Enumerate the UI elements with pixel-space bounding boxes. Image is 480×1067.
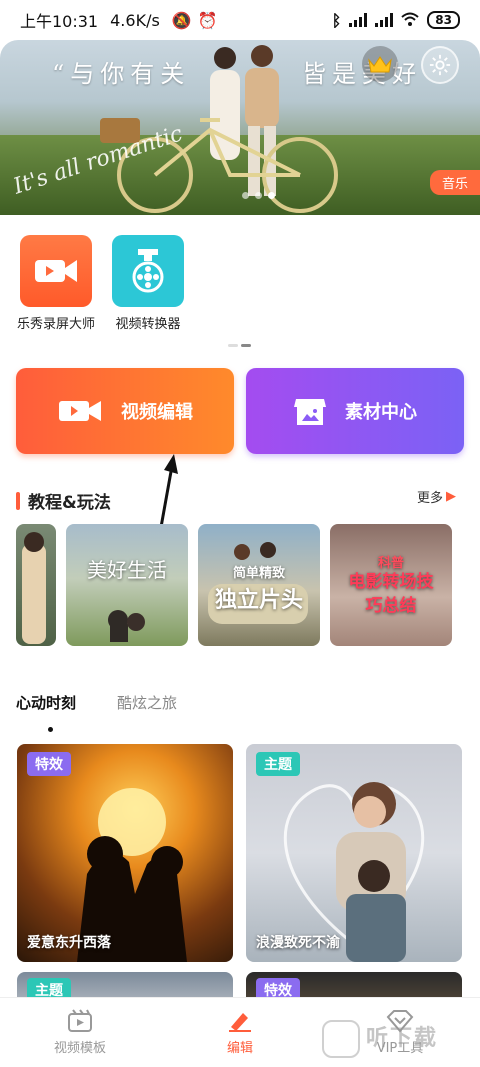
video-converter-icon <box>112 235 184 307</box>
tutorial-thumbnail <box>108 610 145 642</box>
video-camera-icon <box>59 401 101 421</box>
status-time: 上午10:31 <box>20 12 99 31</box>
template-caption: 浪漫致死不渝 <box>256 935 340 951</box>
store-icon <box>294 399 326 425</box>
vip-crown-button[interactable] <box>362 46 398 82</box>
template-card[interactable]: 特效 爱意东升西落 <box>17 744 233 962</box>
play-arrow-icon: ▶ <box>446 489 457 504</box>
nav-video-templates[interactable]: 视频模板 <box>0 998 160 1067</box>
signal-icon-1 <box>349 13 368 27</box>
tab-cool-journey[interactable]: 酷炫之旅 <box>117 692 177 713</box>
pager-dot-active <box>268 192 275 199</box>
theme-badge: 主题 <box>256 752 300 776</box>
banner-pager-dots <box>242 192 275 199</box>
nav-edit[interactable]: 编辑 <box>160 998 320 1067</box>
app-video-converter[interactable]: 视频转换器 <box>104 235 192 332</box>
status-speed: 4.6K/s <box>110 10 160 30</box>
template-caption: 爱意东升西落 <box>27 935 111 951</box>
watermark-text: 听下载 <box>366 1026 439 1051</box>
screen-recorder-icon <box>20 235 92 307</box>
app-shortcuts: 乐秀录屏大师 视频转换器 <box>0 215 480 355</box>
apps-pager <box>228 344 251 347</box>
tutorial-card[interactable]: 简单精致 独立片头 <box>198 524 320 646</box>
banner-quote-left: “与你有关 <box>52 60 191 88</box>
more-link[interactable]: 更多 ▶ <box>417 487 456 506</box>
app-label: 乐秀录屏大师 <box>16 317 95 332</box>
bluetooth-icon: ᛒ <box>331 10 342 30</box>
pager-dot <box>242 192 249 199</box>
tutorial-thumbnail <box>22 532 46 644</box>
tutorial-card[interactable] <box>16 524 56 646</box>
pager-dot <box>255 192 262 199</box>
tutorials-section-title: 教程&玩法 <box>16 488 111 513</box>
tutorial-title: 美好生活 <box>87 558 167 582</box>
bicycle-image <box>100 118 338 213</box>
tab-heart-moments[interactable]: 心动时刻 <box>16 692 76 713</box>
template-thumbnail <box>283 782 425 962</box>
tutorial-card[interactable]: 美好生活 <box>66 524 188 646</box>
template-thumbnail <box>77 788 187 962</box>
gear-icon <box>429 54 451 76</box>
status-bar: 上午10:31 4.6K/s 🔕 ⏰ ᛒ 83 <box>0 0 480 40</box>
banner[interactable]: “与你有关 皆是美好 It's all romantic 音乐 <box>0 40 480 215</box>
tutorials-title: 教程&玩法 <box>28 493 111 513</box>
tutorial-subtitle: 简单精致 <box>232 566 285 581</box>
active-tab-indicator <box>48 727 53 732</box>
nav-label: 视频模板 <box>53 1041 106 1056</box>
video-edit-button[interactable]: 视频编辑 <box>16 368 234 454</box>
mute-icon: 🔕 <box>171 10 192 30</box>
crown-icon <box>368 56 392 73</box>
film-icon <box>68 1009 92 1032</box>
alarm-icon: ⏰ <box>197 10 218 30</box>
video-edit-label: 视频编辑 <box>121 402 193 423</box>
material-center-label: 素材中心 <box>345 402 417 423</box>
pencil-icon <box>229 1013 251 1032</box>
banner-music-tag[interactable]: 音乐 <box>429 170 480 195</box>
battery-icon: 83 <box>427 11 460 29</box>
effect-badge: 特效 <box>27 752 71 776</box>
wifi-icon <box>401 11 419 30</box>
app-screen-recorder[interactable]: 乐秀录屏大师 <box>12 235 100 332</box>
watermark-logo <box>322 1020 360 1058</box>
tutorial-subtitle: 科普 <box>377 556 404 571</box>
tutorial-title: 电影转场技巧总结 <box>348 572 434 616</box>
material-center-button[interactable]: 素材中心 <box>246 368 464 454</box>
tutorial-card[interactable]: 科普 电影转场技巧总结 <box>330 524 452 646</box>
signal-icon-2 <box>375 13 394 27</box>
tutorial-title: 独立片头 <box>214 588 303 613</box>
more-label: 更多 <box>417 491 444 506</box>
section-accent-bar <box>16 491 20 510</box>
template-card[interactable]: 主题 浪漫致死不渝 <box>246 744 462 962</box>
nav-label: 编辑 <box>226 1041 253 1056</box>
settings-button[interactable] <box>421 46 459 84</box>
app-label: 视频转换器 <box>115 317 181 332</box>
